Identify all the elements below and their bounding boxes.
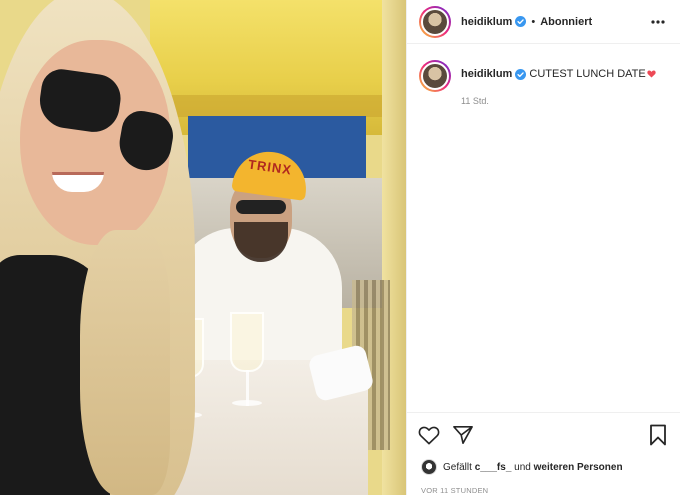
caption-row: heidiklum CUTEST LUNCH DATE [419,60,668,92]
bookmark-icon [650,424,666,445]
save-button[interactable] [646,423,670,447]
heart-outline-icon [418,426,440,444]
liker-avatar[interactable] [421,459,437,475]
awning-stripe [170,95,406,117]
likes-prefix: Gefällt [443,461,475,473]
wine-glass-base [232,400,262,406]
likes-row: Gefällt c___fs_ und weiteren Personen [407,456,680,478]
instagram-post: TRINX heidiklum • Abonniert heidiklum CU… [0,0,680,495]
verified-badge-icon [515,68,527,80]
paper-plane-icon [453,425,473,444]
caption-timestamp[interactable]: 11 Std. [461,96,668,106]
verified-badge-icon [515,16,527,27]
follow-status-button[interactable]: Abonniert [540,16,592,28]
likes-text: Gefällt c___fs_ und weiteren Personen [443,462,623,473]
author-avatar-image [421,7,449,36]
wine-glass [230,312,264,372]
likes-others-link[interactable]: weiteren Personen [534,462,623,473]
more-options-button[interactable] [648,12,668,32]
header-separator: • [531,15,536,28]
author-username[interactable]: heidiklum [461,16,512,28]
man-sunglasses [236,200,286,214]
post-header: heidiklum • Abonniert [407,0,680,44]
caption-username[interactable]: heidiklum [461,68,512,80]
post-side-panel: heidiklum • Abonniert heidiklum CUTEST L… [406,0,680,495]
share-button[interactable] [451,423,475,447]
caption-text: heidiklum CUTEST LUNCH DATE [461,60,656,82]
like-button[interactable] [417,423,441,447]
photo-scene: TRINX [0,0,406,495]
woman-hair-front [80,230,170,495]
heart-emoji-icon [647,70,656,78]
likes-middle: und [511,461,534,473]
caption-area: heidiklum CUTEST LUNCH DATE 11 Std. [407,44,680,412]
more-horizontal-icon [651,19,665,24]
post-photo[interactable]: TRINX [0,0,406,495]
caption-body: CUTEST LUNCH DATE [529,68,646,80]
action-bar [407,412,680,456]
post-date[interactable]: VOR 11 STUNDEN [407,478,680,495]
caption-avatar-image [421,62,449,90]
liker-username[interactable]: c___fs_ [475,462,512,473]
author-avatar[interactable] [419,5,451,38]
caption-avatar[interactable] [419,60,451,92]
